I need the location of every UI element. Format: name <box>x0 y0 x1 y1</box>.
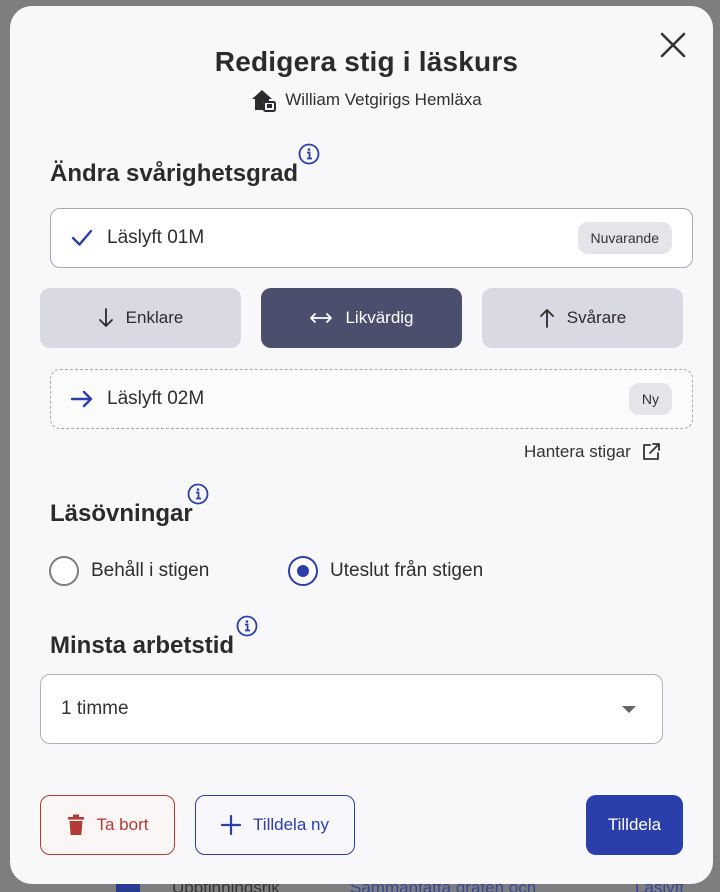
keep-in-path-option[interactable]: Behåll i stigen <box>49 556 209 586</box>
house-person-icon <box>252 90 277 112</box>
arrow-left-right-icon <box>310 313 333 323</box>
assign-new-button-label: Tilldela ny <box>253 815 329 834</box>
caret-down-icon <box>622 706 636 713</box>
arrow-down-icon <box>98 308 113 327</box>
difficulty-heading: Ändra svårighetsgrad <box>50 160 299 187</box>
trash-icon <box>67 814 84 835</box>
assign-button-label: Tilldela <box>607 815 662 834</box>
new-level-label: Läslyft 02M <box>107 388 205 409</box>
easier-button[interactable]: Enklare <box>40 288 241 348</box>
arrow-right-icon <box>71 390 93 408</box>
exclude-from-path-radio[interactable] <box>288 556 318 586</box>
equivalent-button[interactable]: Likvärdig <box>261 288 462 348</box>
delete-button-label: Ta bort <box>96 815 149 834</box>
info-icon[interactable] <box>187 483 209 505</box>
harder-button-label: Svårare <box>566 308 627 327</box>
current-level-box: Läslyft 01M Nuvarande <box>50 208 693 268</box>
dialog-subtitle: William Vetgirigs Hemläxa <box>10 88 720 112</box>
exclude-from-path-label: Uteslut från stigen <box>330 560 484 581</box>
keep-in-path-radio[interactable] <box>49 556 79 586</box>
assign-button[interactable]: Tilldela <box>586 795 683 855</box>
new-tag: Ny <box>628 383 672 415</box>
equivalent-button-label: Likvärdig <box>345 308 414 327</box>
harder-button[interactable]: Svårare <box>482 288 683 348</box>
keep-in-path-label: Behåll i stigen <box>91 560 210 581</box>
worktime-select[interactable]: 1 timme <box>40 674 663 744</box>
dialog-title: Redigera stig i läskurs <box>214 46 519 77</box>
worktime-heading: Minsta arbetstid <box>50 632 235 659</box>
manage-paths-label: Hantera stigar <box>524 442 631 461</box>
info-icon[interactable] <box>236 615 258 637</box>
plus-icon <box>221 815 242 835</box>
new-level-box: Läslyft 02M Ny <box>50 369 693 429</box>
current-level-label: Läslyft 01M <box>107 227 205 248</box>
check-icon <box>71 229 93 246</box>
info-icon[interactable] <box>298 143 320 165</box>
worktime-select-value: 1 timme <box>61 698 129 719</box>
subtitle-text: William Vetgirigs Hemläxa <box>285 90 482 109</box>
arrow-up-icon <box>539 309 554 328</box>
exercises-heading: Läsövningar <box>50 500 193 527</box>
delete-button[interactable]: Ta bort <box>40 795 175 855</box>
exclude-from-path-option[interactable]: Uteslut från stigen <box>288 556 483 586</box>
current-tag: Nuvarande <box>577 222 672 254</box>
external-link-icon <box>642 443 660 460</box>
manage-paths-link[interactable]: Hantera stigar <box>524 442 661 462</box>
easier-button-label: Enklare <box>125 308 184 327</box>
edit-path-dialog: Redigera stig i läskurs William Vetgirig… <box>10 6 713 884</box>
assign-new-button[interactable]: Tilldela ny <box>195 795 355 855</box>
